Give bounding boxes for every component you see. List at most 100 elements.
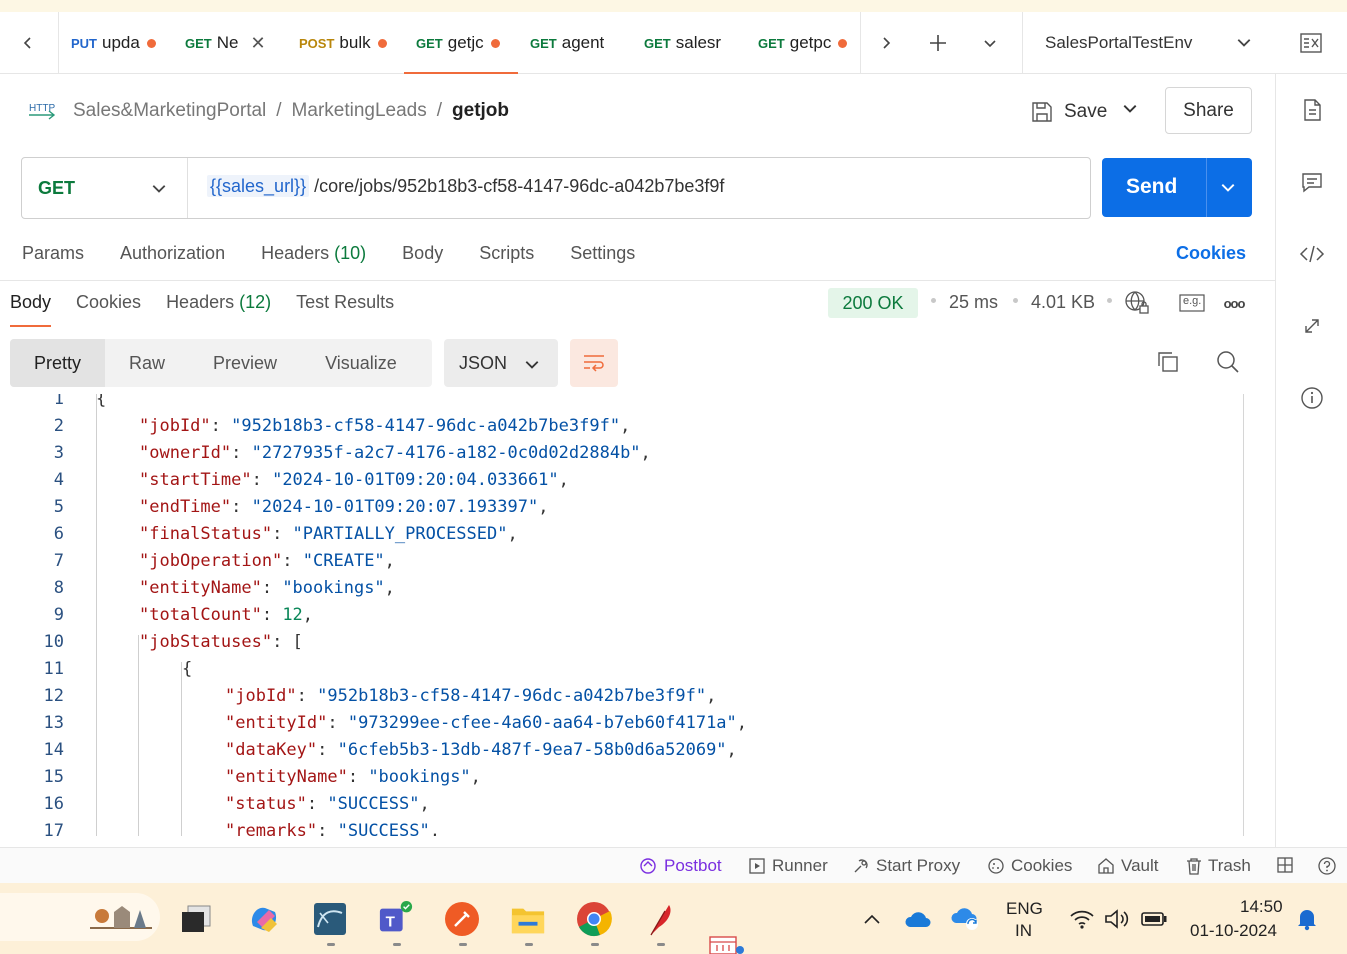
- tab-scripts[interactable]: Scripts: [479, 243, 534, 264]
- breadcrumb-separator: /: [436, 100, 443, 121]
- tray-clock-date[interactable]: 01-10-2024: [1190, 921, 1277, 941]
- close-tab-icon[interactable]: ✕: [250, 33, 265, 54]
- code-snippet-button[interactable]: [1298, 240, 1326, 268]
- editor-scrollbar[interactable]: [1243, 394, 1244, 836]
- json-punctuation: ,: [419, 793, 430, 814]
- share-button[interactable]: Share: [1165, 87, 1252, 134]
- http-method-selector[interactable]: GET: [22, 158, 188, 218]
- json-punctuation: :: [317, 820, 338, 837]
- request-tab[interactable]: GET salesr: [632, 12, 746, 74]
- runner-button[interactable]: Runner: [748, 856, 828, 876]
- breadcrumb-collection[interactable]: Sales&MarketingPortal: [73, 100, 266, 122]
- tab-body[interactable]: Body: [402, 243, 443, 264]
- view-visualize[interactable]: Visualize: [301, 339, 421, 387]
- search-button[interactable]: [1215, 349, 1241, 380]
- taskbar-sql-app[interactable]: [312, 901, 348, 937]
- request-tab-method: GET: [185, 35, 212, 51]
- start-proxy-button[interactable]: Start Proxy: [852, 856, 960, 876]
- view-pretty[interactable]: Pretty: [10, 339, 106, 387]
- postbot-button[interactable]: Postbot: [638, 856, 722, 876]
- tray-notifications[interactable]: [1289, 901, 1325, 937]
- tab-params[interactable]: Params: [22, 243, 84, 264]
- tabs-scroll-left-button[interactable]: [6, 12, 50, 74]
- taskbar-file-explorer[interactable]: [510, 901, 546, 937]
- tray-wifi[interactable]: [1064, 901, 1100, 937]
- tab-settings[interactable]: Settings: [570, 243, 635, 264]
- documentation-button[interactable]: [1298, 96, 1326, 124]
- tray-volume[interactable]: [1099, 901, 1135, 937]
- taskbar-teams[interactable]: T: [378, 901, 414, 937]
- response-body-editor[interactable]: 1{2 "jobId": "952b18b3-cf58-4147-96dc-a04…: [0, 394, 1264, 836]
- two-pane-toggle[interactable]: [1276, 856, 1300, 874]
- tray-show-hidden-icons[interactable]: [854, 901, 890, 937]
- taskbar-feather-app[interactable]: [642, 901, 678, 937]
- chevron-down-icon[interactable]: [1220, 179, 1236, 195]
- json-punctuation: {: [182, 658, 193, 679]
- tab-headers[interactable]: Headers (10): [261, 243, 366, 264]
- taskbar-search-box[interactable]: [0, 893, 160, 941]
- save-options-button[interactable]: [1122, 100, 1138, 121]
- taskbar-chrome[interactable]: [576, 901, 612, 937]
- tray-onedrive[interactable]: [900, 901, 936, 937]
- response-tab-headers[interactable]: Headers (12): [166, 292, 271, 327]
- save-button[interactable]: Save: [1030, 96, 1107, 128]
- send-button[interactable]: Send: [1102, 158, 1252, 217]
- help-button[interactable]: [1317, 856, 1343, 876]
- taskbar-copilot[interactable]: [246, 901, 282, 937]
- new-tab-button[interactable]: [912, 33, 964, 53]
- format-selector[interactable]: JSON: [444, 339, 558, 387]
- comments-button[interactable]: [1298, 168, 1326, 196]
- tab-authorization[interactable]: Authorization: [120, 243, 225, 264]
- environment-selector[interactable]: SalesPortalTestEnv: [1022, 12, 1274, 74]
- json-key: "totalCount": [139, 604, 262, 625]
- breadcrumb-folder[interactable]: MarketingLeads: [292, 100, 427, 122]
- breadcrumb-request[interactable]: getjob: [452, 100, 509, 122]
- json-punctuation: ,: [429, 820, 440, 837]
- copy-button[interactable]: [1155, 349, 1181, 380]
- tab-list-dropdown-button[interactable]: [964, 36, 1016, 50]
- save-icon: [1032, 102, 1052, 122]
- response-time[interactable]: 25 ms: [949, 292, 998, 313]
- status-badge[interactable]: 200 OK: [828, 288, 918, 318]
- request-tab[interactable]: GET Ne ✕: [173, 12, 287, 74]
- response-tab-test-results[interactable]: Test Results: [296, 292, 394, 327]
- view-raw[interactable]: Raw: [105, 339, 189, 387]
- url-variable[interactable]: {{sales_url}}: [207, 175, 310, 197]
- vault-button[interactable]: Vault: [1097, 856, 1159, 876]
- chevron-down-icon: [152, 185, 166, 193]
- indent-guide: [138, 635, 139, 836]
- tray-onedrive-sync[interactable]: [947, 901, 983, 937]
- request-tab[interactable]: PUT upda: [59, 12, 173, 74]
- save-as-example-button[interactable]: e.g.: [1178, 289, 1206, 317]
- related-collections-button[interactable]: [1298, 312, 1326, 340]
- tabs-scroll-right-button[interactable]: [860, 36, 912, 50]
- view-preview[interactable]: Preview: [189, 339, 301, 387]
- info-button[interactable]: [1298, 384, 1326, 412]
- response-tab-cookies[interactable]: Cookies: [76, 292, 141, 327]
- network-info-button[interactable]: [1123, 289, 1151, 317]
- runner-label: Runner: [772, 856, 828, 875]
- response-size[interactable]: 4.01 KB: [1031, 292, 1095, 313]
- cookies-link[interactable]: Cookies: [1176, 243, 1246, 264]
- environment-quick-look-button[interactable]: [1275, 12, 1347, 74]
- json-punctuation: :: [210, 415, 232, 436]
- url-input[interactable]: {{sales_url}} /core/jobs/952b18b3-cf58-4…: [207, 175, 724, 197]
- more-options-button[interactable]: ooo: [1220, 289, 1248, 317]
- help-icon: [1318, 857, 1336, 875]
- request-tab[interactable]: GET getjc: [404, 12, 518, 74]
- tray-battery[interactable]: [1136, 901, 1172, 937]
- request-tab[interactable]: POST bulk: [287, 12, 404, 74]
- cookies-button[interactable]: Cookies: [987, 856, 1072, 876]
- taskbar-task-view[interactable]: [178, 901, 214, 937]
- tray-language-top[interactable]: ENG: [1006, 899, 1043, 919]
- response-headers-count: (12): [239, 292, 272, 312]
- trash-button[interactable]: Trash: [1186, 856, 1251, 876]
- response-tab-body[interactable]: Body: [10, 292, 52, 327]
- request-tab[interactable]: GET agent: [518, 12, 632, 74]
- json-punctuation: : [: [272, 631, 303, 652]
- taskbar-postman[interactable]: [444, 901, 480, 937]
- request-tab[interactable]: GET getpc: [746, 12, 860, 74]
- tray-clock-time[interactable]: 14:50: [1240, 897, 1283, 917]
- wrap-lines-button[interactable]: [570, 339, 618, 387]
- tray-language-bottom[interactable]: IN: [1015, 921, 1032, 941]
